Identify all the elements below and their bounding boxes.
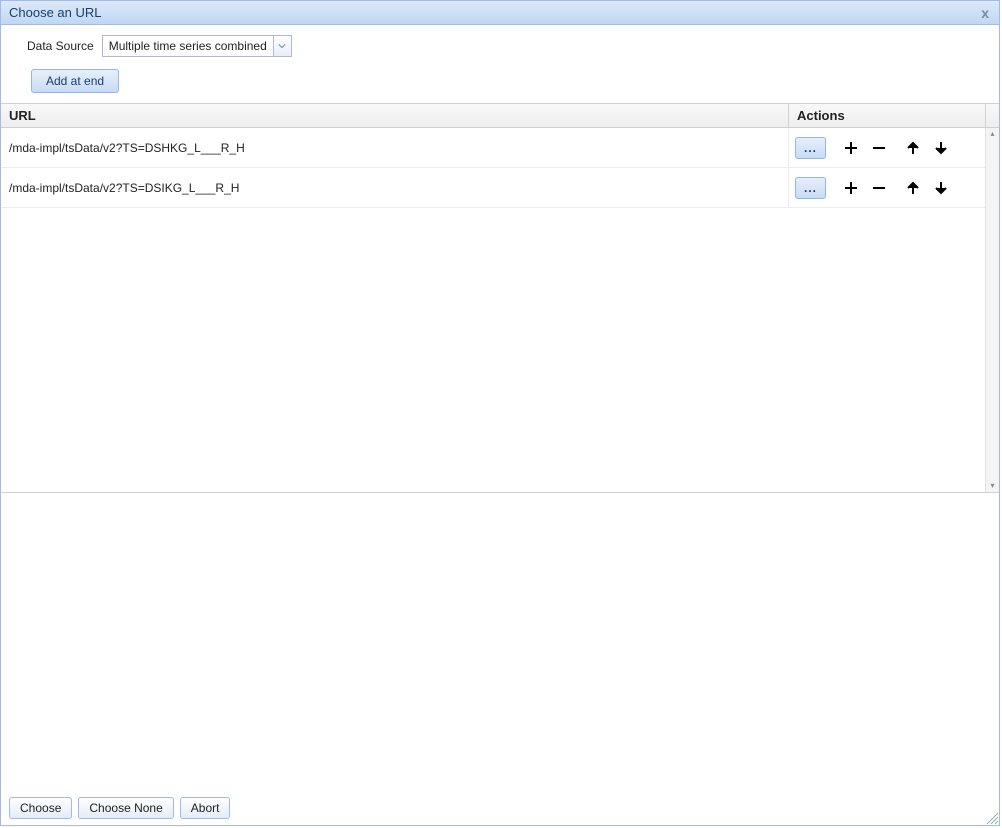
data-source-value: Multiple time series combined bbox=[103, 36, 273, 56]
abort-button[interactable]: Abort bbox=[180, 797, 231, 819]
scroll-up-icon[interactable]: ▴ bbox=[990, 130, 994, 138]
add-row: Add at end bbox=[1, 63, 999, 103]
choose-button[interactable]: Choose bbox=[9, 797, 72, 819]
footer-buttons: Choose Choose None Abort bbox=[1, 791, 999, 825]
actions-cell: ... bbox=[789, 128, 985, 167]
data-source-row: Data Source Multiple time series combine… bbox=[1, 25, 999, 63]
arrow-down-icon[interactable] bbox=[932, 139, 950, 157]
minus-icon[interactable] bbox=[870, 179, 888, 197]
url-cell: /mda-impl/tsData/v2?TS=DSHKG_L___R_H bbox=[1, 128, 789, 167]
choose-none-button[interactable]: Choose None bbox=[78, 797, 173, 819]
scroll-down-icon[interactable]: ▾ bbox=[990, 482, 994, 490]
url-grid: URL Actions /mda-impl/tsData/v2?TS=DSHKG… bbox=[1, 103, 999, 493]
more-button[interactable]: ... bbox=[795, 177, 826, 199]
header-scroll-spacer bbox=[985, 104, 999, 127]
plus-icon[interactable] bbox=[842, 139, 860, 157]
actions-cell: ... bbox=[789, 168, 985, 207]
grid-body: /mda-impl/tsData/v2?TS=DSHKG_L___R_H ... bbox=[1, 128, 999, 492]
chevron-down-icon[interactable] bbox=[273, 36, 291, 56]
column-header-actions[interactable]: Actions bbox=[789, 104, 985, 127]
spacer bbox=[1, 493, 999, 791]
minus-icon[interactable] bbox=[870, 139, 888, 157]
column-header-url[interactable]: URL bbox=[1, 104, 789, 127]
plus-icon[interactable] bbox=[842, 179, 860, 197]
arrow-up-icon[interactable] bbox=[904, 139, 922, 157]
close-icon[interactable]: x bbox=[979, 6, 991, 20]
vertical-scrollbar[interactable]: ▴ ▾ bbox=[985, 128, 999, 492]
choose-url-dialog: Choose an URL x Data Source Multiple tim… bbox=[0, 0, 1000, 826]
resize-grip-icon[interactable] bbox=[983, 809, 999, 825]
table-row[interactable]: /mda-impl/tsData/v2?TS=DSIKG_L___R_H ... bbox=[1, 168, 985, 208]
data-source-dropdown[interactable]: Multiple time series combined bbox=[102, 35, 292, 57]
url-cell: /mda-impl/tsData/v2?TS=DSIKG_L___R_H bbox=[1, 168, 789, 207]
more-button[interactable]: ... bbox=[795, 137, 826, 159]
add-at-end-button[interactable]: Add at end bbox=[31, 69, 119, 93]
arrow-down-icon[interactable] bbox=[932, 179, 950, 197]
titlebar[interactable]: Choose an URL x bbox=[1, 1, 999, 25]
window-title: Choose an URL bbox=[9, 5, 102, 20]
table-row[interactable]: /mda-impl/tsData/v2?TS=DSHKG_L___R_H ... bbox=[1, 128, 985, 168]
grid-header: URL Actions bbox=[1, 104, 999, 128]
data-source-label: Data Source bbox=[27, 39, 94, 53]
arrow-up-icon[interactable] bbox=[904, 179, 922, 197]
